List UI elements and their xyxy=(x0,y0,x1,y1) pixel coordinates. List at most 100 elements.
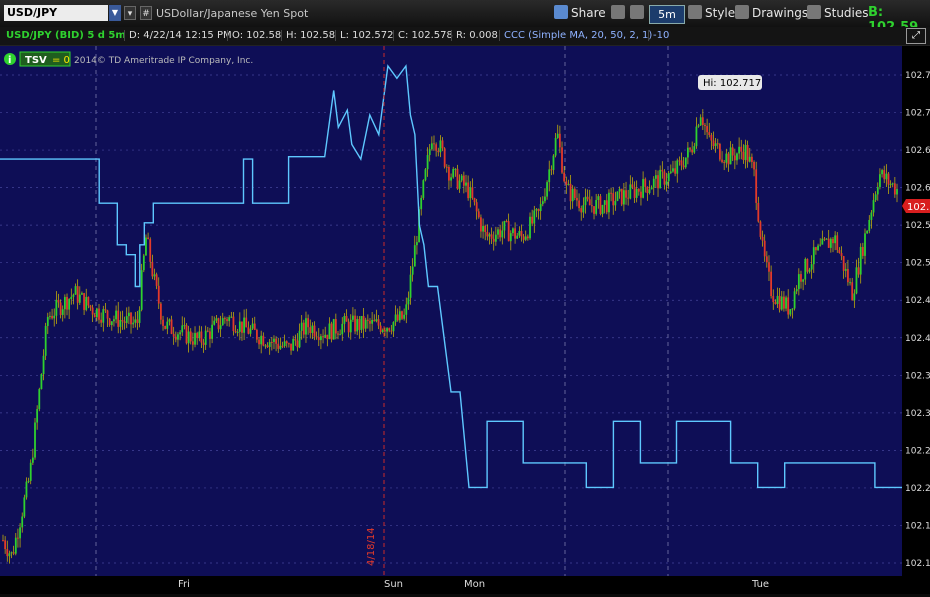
candle-body xyxy=(674,168,677,174)
candle-body xyxy=(678,160,681,162)
bar-range: R: 0.008 xyxy=(451,30,498,41)
share-icon xyxy=(554,5,568,19)
candle-body xyxy=(695,126,698,147)
timeframe-button[interactable]: 5m xyxy=(649,5,685,24)
candle-body xyxy=(467,182,470,199)
candle-body xyxy=(588,199,591,206)
candle-body xyxy=(672,168,674,172)
candle-body xyxy=(697,125,700,127)
candle-body xyxy=(59,302,62,315)
candle-body xyxy=(727,153,730,165)
candle-body xyxy=(757,202,760,222)
candle-body xyxy=(505,221,508,223)
candle-body xyxy=(565,181,568,185)
candle-body xyxy=(610,192,612,194)
candle-body xyxy=(733,155,736,161)
candle-body xyxy=(787,297,790,315)
candle-body xyxy=(70,296,73,300)
candle-body xyxy=(740,146,743,152)
candle-body xyxy=(326,334,329,340)
candle-body xyxy=(322,336,324,338)
candle-body xyxy=(597,196,600,201)
candle-body xyxy=(411,266,414,275)
candle-body xyxy=(413,245,416,267)
candle-body xyxy=(605,200,608,213)
candle-body xyxy=(458,180,461,189)
candle-body xyxy=(876,187,879,195)
candle-body xyxy=(369,320,371,324)
candle-body xyxy=(166,321,169,329)
candle-body xyxy=(264,345,267,347)
candle-body xyxy=(149,239,152,262)
candle-body xyxy=(452,168,455,178)
drawings-button[interactable]: Drawings xyxy=(735,4,808,22)
style-icon xyxy=(688,5,702,19)
candle-body xyxy=(85,296,88,310)
bar-date: D: 4/22/14 12:15 PM xyxy=(124,30,232,41)
candle-body xyxy=(238,321,241,332)
candle-body xyxy=(334,319,337,334)
candle-body xyxy=(535,209,538,211)
candle-body xyxy=(294,338,297,341)
chart-area[interactable]: 4/18/14 102.1 102.1 102.2 102.2 102.3 102.3 10… xyxy=(0,46,930,594)
candle-body xyxy=(219,325,222,330)
candle-body xyxy=(590,205,593,207)
candle-body xyxy=(66,296,68,310)
link-button[interactable]: # xyxy=(140,6,152,20)
studies-button[interactable]: Studies xyxy=(807,4,869,22)
candle-body xyxy=(87,296,90,306)
candle-body xyxy=(661,169,664,172)
candle-body xyxy=(838,249,841,254)
candle-body xyxy=(887,173,890,185)
x-tick-label: Sun xyxy=(384,579,403,590)
candle-body xyxy=(473,198,476,203)
candle-body xyxy=(106,310,109,319)
candle-body xyxy=(450,177,452,181)
candle-body xyxy=(883,170,886,180)
x-tick-label: Fri xyxy=(178,579,190,590)
candle-body xyxy=(567,183,570,185)
candle-body xyxy=(770,271,773,297)
candle-body xyxy=(356,319,359,332)
candle-body xyxy=(480,217,482,232)
candle-body xyxy=(622,190,625,205)
candle-body xyxy=(516,235,519,239)
candle-body xyxy=(394,314,397,323)
y-tick-label: 102.5 xyxy=(905,221,930,231)
candle-body xyxy=(159,303,162,320)
candle-body xyxy=(215,318,218,321)
candle-body xyxy=(38,389,41,410)
candle-body xyxy=(550,169,553,171)
candle-body xyxy=(281,345,284,347)
candle-body xyxy=(89,305,92,308)
y-tick-label: 102.5 xyxy=(905,259,930,269)
y-tick-label: 102.3 xyxy=(905,409,930,419)
candle-body xyxy=(339,334,342,336)
wrench-icon xyxy=(630,5,644,19)
candle-body xyxy=(384,330,386,332)
candle-body xyxy=(121,319,124,322)
chevron-down-icon[interactable]: ▾ xyxy=(124,6,136,20)
candle-body xyxy=(209,331,211,339)
study-label: CCC (Simple MA, 20, 50, 2, 1) xyxy=(499,30,652,41)
share-button[interactable]: Share xyxy=(554,4,606,22)
price-chart[interactable]: 4/18/14 102.1 102.1 102.2 102.2 102.3 102.3 10… xyxy=(0,46,930,594)
crosshair-button[interactable] xyxy=(611,4,628,22)
candle-body xyxy=(17,537,19,539)
candle-body xyxy=(729,147,732,165)
candle-body xyxy=(213,320,216,325)
candle-body xyxy=(522,236,525,240)
symbol-input[interactable]: USD/JPY xyxy=(4,5,108,21)
candle-body xyxy=(531,216,534,224)
candle-body xyxy=(554,137,557,156)
info-icon-glyph: i xyxy=(8,55,11,66)
expand-icon[interactable]: ⤢ xyxy=(906,28,926,44)
candle-body xyxy=(810,264,813,270)
style-button[interactable]: Style xyxy=(688,4,735,22)
candle-body xyxy=(684,157,687,168)
candle-body xyxy=(435,144,438,151)
symbol-dropdown-button[interactable]: ▼ xyxy=(109,5,121,21)
candle-body xyxy=(571,188,574,202)
candle-body xyxy=(198,331,201,339)
tools-button[interactable] xyxy=(630,4,647,22)
